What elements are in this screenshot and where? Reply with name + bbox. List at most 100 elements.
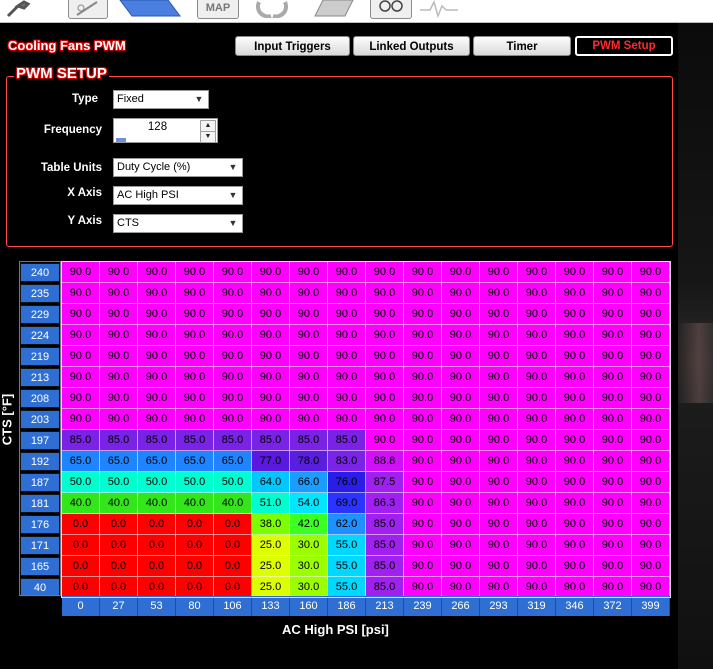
table-cell[interactable]: 55.0 <box>328 577 366 598</box>
table-cell[interactable]: 90.0 <box>138 388 176 409</box>
table-cell[interactable]: 90.0 <box>518 535 556 556</box>
table-icon[interactable] <box>118 0 184 18</box>
table-cell[interactable]: 90.0 <box>632 367 670 388</box>
table-cell[interactable]: 90.0 <box>518 283 556 304</box>
table-cell[interactable]: 90.0 <box>594 388 632 409</box>
x-axis-cell[interactable]: 106 <box>214 596 252 616</box>
table-cell[interactable]: 90.0 <box>442 577 480 598</box>
table-cell[interactable]: 90.0 <box>404 493 442 514</box>
table-cell[interactable]: 90.0 <box>176 367 214 388</box>
table-cell[interactable]: 51.0 <box>252 493 290 514</box>
table-cell[interactable]: 30.0 <box>290 577 328 598</box>
table-cell[interactable]: 90.0 <box>632 577 670 598</box>
table-cell[interactable]: 90.0 <box>556 535 594 556</box>
table-cell[interactable]: 90.0 <box>556 367 594 388</box>
table-cell[interactable]: 90.0 <box>176 409 214 430</box>
table-cell[interactable]: 90.0 <box>138 367 176 388</box>
table-cell[interactable]: 90.0 <box>62 325 100 346</box>
x-axis-cell[interactable]: 80 <box>176 596 214 616</box>
table-cell[interactable]: 90.0 <box>214 304 252 325</box>
table-cell[interactable]: 0.0 <box>62 556 100 577</box>
table-cell[interactable]: 90.0 <box>328 325 366 346</box>
table-cell[interactable]: 90.0 <box>404 472 442 493</box>
table-cell[interactable]: 90.0 <box>100 367 138 388</box>
table-cell[interactable]: 90.0 <box>594 262 632 283</box>
table-cell[interactable]: 90.0 <box>480 535 518 556</box>
tuning-icon[interactable] <box>68 0 108 19</box>
y-axis-cell[interactable]: 181 <box>20 494 60 513</box>
table-cell[interactable]: 90.0 <box>366 388 404 409</box>
x-axis-cell[interactable]: 27 <box>100 596 138 616</box>
table-cell[interactable]: 90.0 <box>518 451 556 472</box>
table-cell[interactable]: 90.0 <box>176 325 214 346</box>
table-cell[interactable]: 90.0 <box>252 388 290 409</box>
clipboard-icon[interactable] <box>313 0 357 18</box>
y-axis-cell[interactable]: 171 <box>20 536 60 555</box>
table-cell[interactable]: 90.0 <box>480 283 518 304</box>
table-cell[interactable]: 85.0 <box>214 430 252 451</box>
table-cell[interactable]: 90.0 <box>290 388 328 409</box>
table-cell[interactable]: 83.0 <box>328 451 366 472</box>
table-cell[interactable]: 90.0 <box>290 409 328 430</box>
table-cell[interactable]: 90.0 <box>518 409 556 430</box>
table-units-select[interactable]: Duty Cycle (%) ▼ <box>113 158 243 177</box>
table-cell[interactable]: 90.0 <box>290 262 328 283</box>
table-cell[interactable]: 90.0 <box>290 325 328 346</box>
table-cell[interactable]: 25.0 <box>252 535 290 556</box>
table-cell[interactable]: 90.0 <box>480 367 518 388</box>
x-axis-cell[interactable]: 186 <box>328 596 366 616</box>
frequency-stepper[interactable]: 128 ▲ ▼ <box>113 118 218 143</box>
table-cell[interactable]: 90.0 <box>442 451 480 472</box>
y-axis-cell[interactable]: 240 <box>20 263 60 282</box>
table-cell[interactable]: 90.0 <box>480 304 518 325</box>
table-cell[interactable]: 90.0 <box>328 283 366 304</box>
table-cell[interactable]: 90.0 <box>632 388 670 409</box>
table-cell[interactable]: 85.0 <box>328 430 366 451</box>
table-cell[interactable]: 54.0 <box>290 493 328 514</box>
table-cell[interactable]: 90.0 <box>404 430 442 451</box>
table-cell[interactable]: 90.0 <box>138 409 176 430</box>
table-cell[interactable]: 90.0 <box>62 262 100 283</box>
table-cell[interactable]: 90.0 <box>556 556 594 577</box>
table-cell[interactable]: 90.0 <box>556 430 594 451</box>
table-cell[interactable]: 90.0 <box>176 283 214 304</box>
table-cell[interactable]: 90.0 <box>594 346 632 367</box>
y-axis-cell[interactable]: 219 <box>20 347 60 366</box>
table-cell[interactable]: 90.0 <box>632 409 670 430</box>
table-cell[interactable]: 62.0 <box>328 514 366 535</box>
table-cell[interactable]: 90.0 <box>556 493 594 514</box>
table-cell[interactable]: 90.0 <box>100 388 138 409</box>
x-axis-cell[interactable]: 399 <box>632 596 670 616</box>
table-cell[interactable]: 50.0 <box>138 472 176 493</box>
table-cell[interactable]: 90.0 <box>556 262 594 283</box>
table-cell[interactable]: 90.0 <box>480 556 518 577</box>
table-cell[interactable]: 90.0 <box>594 514 632 535</box>
table-cell[interactable]: 65.0 <box>62 451 100 472</box>
y-axis-cell[interactable]: 165 <box>20 557 60 576</box>
table-cell[interactable]: 90.0 <box>100 409 138 430</box>
table-cell[interactable]: 90.0 <box>252 367 290 388</box>
y-axis-cell[interactable]: 187 <box>20 473 60 492</box>
table-cell[interactable]: 90.0 <box>556 451 594 472</box>
table-cell[interactable]: 90.0 <box>556 388 594 409</box>
table-cell[interactable]: 90.0 <box>366 409 404 430</box>
table-cell[interactable]: 90.0 <box>594 472 632 493</box>
table-cell[interactable]: 25.0 <box>252 577 290 598</box>
table-cell[interactable]: 90.0 <box>404 346 442 367</box>
table-cell[interactable]: 90.0 <box>518 388 556 409</box>
refresh-icon[interactable] <box>251 0 293 19</box>
table-cell[interactable]: 90.0 <box>214 283 252 304</box>
y-axis-cell[interactable]: 235 <box>20 284 60 303</box>
table-cell[interactable]: 90.0 <box>594 325 632 346</box>
table-cell[interactable]: 0.0 <box>176 556 214 577</box>
table-cell[interactable]: 50.0 <box>100 472 138 493</box>
table-cell[interactable]: 90.0 <box>442 367 480 388</box>
table-cell[interactable]: 90.0 <box>366 367 404 388</box>
table-cell[interactable]: 90.0 <box>252 346 290 367</box>
table-cell[interactable]: 90.0 <box>404 409 442 430</box>
table-cell[interactable]: 40.0 <box>138 493 176 514</box>
table-cell[interactable]: 90.0 <box>404 514 442 535</box>
table-cell[interactable]: 90.0 <box>328 262 366 283</box>
table-cell[interactable]: 90.0 <box>176 262 214 283</box>
table-cell[interactable]: 30.0 <box>290 556 328 577</box>
